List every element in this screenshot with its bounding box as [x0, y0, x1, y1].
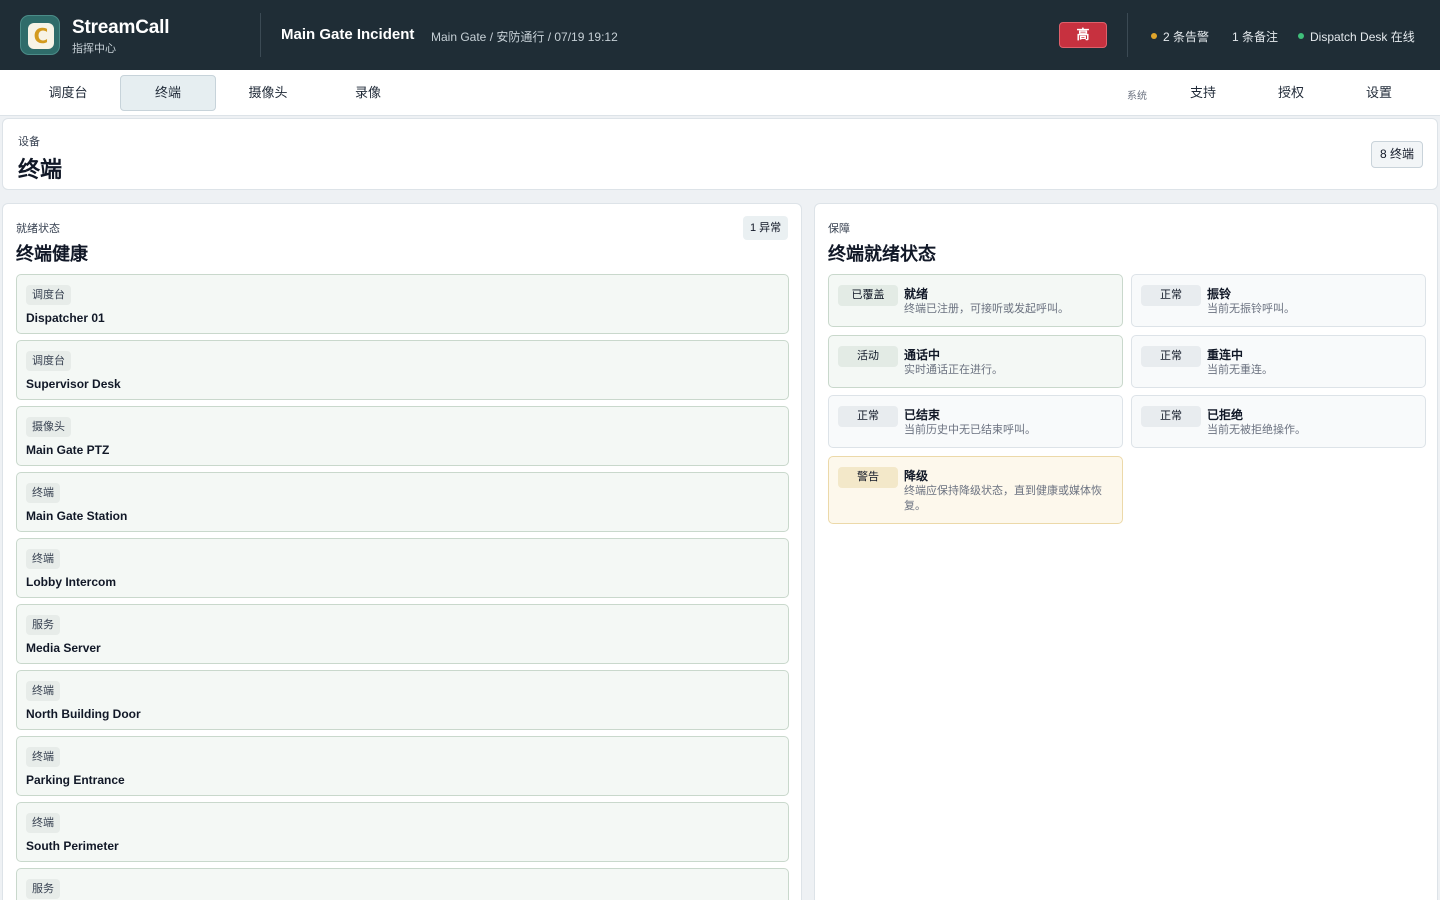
main-nav: 调度台 终端 摄像头 录像 系统 支持 授权 设置 — [0, 70, 1440, 116]
page-eyebrow: 设备 — [18, 136, 40, 148]
state-title: 就绪 — [904, 287, 929, 301]
readiness-state-card[interactable]: 正常 重连中当前无重连。 — [1131, 335, 1426, 388]
state-status-tag: 正常 — [1141, 346, 1201, 367]
endpoint-type-tag: 终端 — [26, 483, 60, 503]
alert-dot-icon — [1151, 33, 1157, 39]
endpoint-row[interactable]: 终端 North Building Door — [16, 670, 789, 730]
endpoint-name: Main Gate Station — [26, 509, 128, 523]
header-divider — [1127, 13, 1128, 57]
endpoint-type-tag: 终端 — [26, 813, 60, 833]
page-title: 终端 — [18, 157, 63, 182]
abnormal-count-badge: 1 异常 — [743, 216, 789, 240]
state-title: 通话中 — [904, 348, 941, 362]
incident-meta: Main Gate / 安防通行 / 07/19 19:12 — [431, 30, 618, 44]
health-eyebrow: 就绪状态 — [16, 223, 60, 235]
health-title: 终端健康 — [16, 244, 88, 264]
endpoint-type-tag: 调度台 — [26, 351, 71, 371]
endpoint-type-tag: 终端 — [26, 681, 60, 701]
state-description: 当前历史中无已结束呼叫。 — [904, 424, 1036, 436]
endpoint-type-tag: 服务 — [26, 615, 60, 635]
endpoint-list: 调度台 Dispatcher 01 调度台 Supervisor Desk 摄像头 Mai… — [16, 274, 789, 900]
endpoint-row[interactable]: 摄像头 Main Gate PTZ — [16, 406, 789, 466]
tab-cameras[interactable]: 摄像头 — [220, 75, 316, 111]
endpoint-row[interactable]: 终端 Main Gate Station — [16, 472, 789, 532]
tab-dispatch[interactable]: 调度台 — [20, 75, 116, 111]
state-description: 当前无振铃呼叫。 — [1207, 303, 1295, 315]
app-header: C StreamCall 指挥中心 Main Gate Incident Mai… — [0, 0, 1440, 70]
online-dot-icon — [1298, 33, 1304, 39]
endpoint-name: Lobby Intercom — [26, 575, 117, 589]
state-title: 重连中 — [1207, 348, 1244, 362]
state-status-tag: 警告 — [838, 467, 898, 488]
state-description: 终端已注册，可接听或发起呼叫。 — [904, 303, 1069, 315]
state-title: 振铃 — [1207, 287, 1232, 301]
notes-count[interactable]: 1 条备注 — [1232, 28, 1278, 45]
tab-support[interactable]: 支持 — [1163, 75, 1243, 111]
readiness-state-card[interactable]: 活动 通话中实时通话正在进行。 — [828, 335, 1123, 388]
endpoint-name: Dispatcher 01 — [26, 311, 105, 325]
endpoint-type-tag: 终端 — [26, 747, 60, 767]
brand-name: StreamCall — [72, 17, 170, 38]
endpoint-row[interactable]: 终端 South Perimeter — [16, 802, 789, 862]
endpoint-readiness-panel: 保障 终端就绪状态 已覆盖 就绪 终端已注册，可接听或发起呼叫。 正常 振铃 当前无振铃呼… — [814, 203, 1438, 900]
state-title: 已结束 — [904, 408, 941, 422]
state-status-tag: 已覆盖 — [838, 285, 898, 306]
endpoint-name: Supervisor Desk — [26, 377, 121, 391]
incident-title: Main Gate Incident — [281, 26, 415, 43]
endpoint-count-badge: 8 终端 — [1370, 141, 1423, 168]
readiness-title: 终端就绪状态 — [828, 244, 936, 264]
endpoint-type-tag: 服务 — [26, 879, 60, 899]
endpoint-row[interactable]: 终端 Lobby Intercom — [16, 538, 789, 598]
endpoint-name: South Perimeter — [26, 839, 119, 853]
brand-subtitle: 指挥中心 — [72, 43, 116, 55]
endpoint-row[interactable]: 终端 Parking Entrance — [16, 736, 789, 796]
page-header: 设备 终端 8 终端 — [2, 118, 1438, 190]
endpoint-health-panel: 就绪状态 终端健康 1 异常 调度台 Dispatcher 01 调度台 Superv… — [2, 203, 802, 900]
header-divider — [260, 13, 261, 57]
endpoint-name: Media Server — [26, 641, 101, 655]
alerts-label: 2 条告警 — [1163, 30, 1210, 44]
state-description: 当前无被拒绝操作。 — [1207, 424, 1306, 436]
tab-endpoints[interactable]: 终端 — [120, 75, 216, 111]
endpoint-name: Parking Entrance — [26, 773, 125, 787]
desk-status-label: Dispatch Desk 在线 — [1310, 30, 1415, 44]
state-description: 当前无重连。 — [1207, 364, 1273, 376]
logo-c-icon: C — [28, 23, 54, 49]
state-status-tag: 活动 — [838, 346, 898, 367]
state-description: 实时通话正在进行。 — [904, 364, 1003, 376]
endpoint-type-tag: 摄像头 — [26, 417, 71, 437]
endpoint-type-tag: 调度台 — [26, 285, 71, 305]
endpoint-name: North Building Door — [26, 707, 141, 721]
endpoint-row[interactable]: 调度台 Supervisor Desk — [16, 340, 789, 400]
readiness-eyebrow: 保障 — [828, 223, 850, 235]
endpoint-row[interactable]: 调度台 Dispatcher 01 — [16, 274, 789, 334]
readiness-state-card[interactable]: 正常 振铃当前无振铃呼叫。 — [1131, 274, 1426, 327]
state-title: 降级 — [904, 469, 929, 483]
state-description: 终端应保持降级状态，直到健康或媒体恢复。 — [904, 485, 1102, 512]
endpoint-name: Main Gate PTZ — [26, 443, 110, 457]
endpoint-row[interactable]: 服务 — [16, 868, 789, 900]
alerts-count[interactable]: 2 条告警 — [1151, 28, 1209, 45]
state-status-tag: 正常 — [1141, 406, 1201, 427]
readiness-state-card[interactable]: 已覆盖 就绪终端已注册，可接听或发起呼叫。 — [828, 274, 1123, 327]
readiness-state-card[interactable]: 正常 已拒绝当前无被拒绝操作。 — [1131, 395, 1426, 448]
endpoint-type-tag: 终端 — [26, 549, 60, 569]
readiness-state-card[interactable]: 正常 已结束当前历史中无已结束呼叫。 — [828, 395, 1123, 448]
tab-recordings[interactable]: 录像 — [320, 75, 416, 111]
endpoint-row[interactable]: 服务 Media Server — [16, 604, 789, 664]
readiness-state-card[interactable]: 警告 降级终端应保持降级状态，直到健康或媒体恢复。 — [828, 456, 1123, 524]
tab-settings[interactable]: 设置 — [1339, 75, 1419, 111]
tab-license[interactable]: 授权 — [1251, 75, 1331, 111]
state-status-tag: 正常 — [838, 406, 898, 427]
priority-badge[interactable]: 高 — [1059, 22, 1107, 48]
desk-status: Dispatch Desk 在线 — [1298, 28, 1415, 45]
state-title: 已拒绝 — [1207, 408, 1244, 422]
app-logo: C — [20, 15, 60, 55]
state-status-tag: 正常 — [1141, 285, 1201, 306]
nav-system-label: 系统 — [1127, 91, 1147, 102]
